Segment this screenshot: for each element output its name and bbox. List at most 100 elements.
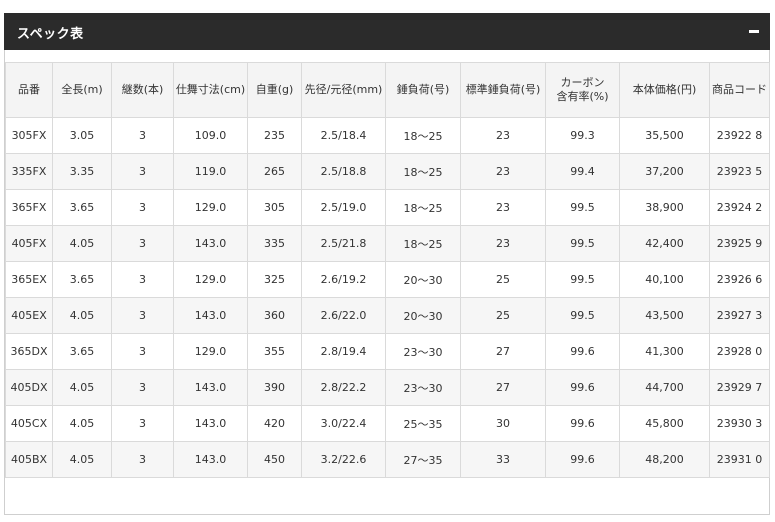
table-cell: 3.35 [52, 153, 112, 190]
table-cell: 48,200 [619, 441, 710, 478]
table-body: 305FX 3.05 3 109.0 235 2.5/18.4 18〜25 23 99.3 35,… [5, 117, 770, 478]
table-cell: 2.8/22.2 [301, 369, 386, 406]
table-cell: 325 [247, 261, 302, 298]
table-cell: 3 [111, 117, 174, 154]
table-cell: 99.4 [545, 153, 620, 190]
table-cell: 23925 9 [709, 225, 770, 262]
table-cell: 43,500 [619, 297, 710, 334]
table-cell: 23〜30 [385, 333, 461, 370]
table-cell: 99.6 [545, 405, 620, 442]
table-cell: 20〜30 [385, 297, 461, 334]
table-cell: 3 [111, 405, 174, 442]
column-header: 継数(本) [111, 62, 174, 118]
table-cell: 335FX [5, 153, 53, 190]
table-cell: 27 [460, 333, 546, 370]
table-cell: 4.05 [52, 441, 112, 478]
table-cell: 23922 8 [709, 117, 770, 154]
column-header: 商品コード [709, 62, 770, 118]
table-cell: 129.0 [173, 333, 248, 370]
table-row: 405CX 4.05 3 143.0 420 3.0/22.4 25〜35 30 99.6 45,… [5, 405, 770, 442]
table-cell: 143.0 [173, 405, 248, 442]
table-cell: 143.0 [173, 369, 248, 406]
column-header: 全長(m) [52, 62, 112, 118]
table-cell: 3.65 [52, 261, 112, 298]
table-cell: 4.05 [52, 405, 112, 442]
table-cell: 99.3 [545, 117, 620, 154]
table-cell: 27〜35 [385, 441, 461, 478]
column-header: 標準錘負荷(号) [460, 62, 546, 118]
table-cell: 4.05 [52, 297, 112, 334]
table-cell: 360 [247, 297, 302, 334]
table-cell: 2.5/19.0 [301, 189, 386, 226]
collapse-minus-icon[interactable] [746, 23, 762, 39]
table-cell: 23931 0 [709, 441, 770, 478]
table-cell: 23929 7 [709, 369, 770, 406]
table-cell: 3 [111, 441, 174, 478]
table-cell: 405CX [5, 405, 53, 442]
table-cell: 23927 3 [709, 297, 770, 334]
table-cell: 18〜25 [385, 153, 461, 190]
table-cell: 2.8/19.4 [301, 333, 386, 370]
table-cell: 25 [460, 261, 546, 298]
table-cell: 23928 0 [709, 333, 770, 370]
table-cell: 41,300 [619, 333, 710, 370]
table-cell: 3.2/22.6 [301, 441, 386, 478]
table-cell: 99.5 [545, 297, 620, 334]
table-cell: 37,200 [619, 153, 710, 190]
column-header: 先径/元径(mm) [301, 62, 386, 118]
table-cell: 365EX [5, 261, 53, 298]
table-cell: 3 [111, 333, 174, 370]
table-cell: 3 [111, 189, 174, 226]
table-cell: 23〜30 [385, 369, 461, 406]
column-header: 品番 [5, 62, 53, 118]
table-row: 405BX 4.05 3 143.0 450 3.2/22.6 27〜35 33 99.6 48,… [5, 441, 770, 478]
spec-panel-header[interactable]: スペック表 [4, 13, 770, 50]
column-header: 錘負荷(号) [385, 62, 461, 118]
column-header: 本体価格(円) [619, 62, 710, 118]
table-cell: 23923 5 [709, 153, 770, 190]
table-cell: 27 [460, 369, 546, 406]
table-cell: 2.6/19.2 [301, 261, 386, 298]
table-cell: 23 [460, 189, 546, 226]
table-cell: 3.65 [52, 189, 112, 226]
table-cell: 18〜25 [385, 117, 461, 154]
table-cell: 99.5 [545, 261, 620, 298]
table-cell: 25〜35 [385, 405, 461, 442]
column-header: 仕舞寸法(cm) [173, 62, 248, 118]
table-cell: 25 [460, 297, 546, 334]
table-cell: 18〜25 [385, 189, 461, 226]
table-cell: 3.05 [52, 117, 112, 154]
table-cell: 23 [460, 117, 546, 154]
table-cell: 335 [247, 225, 302, 262]
table-cell: 4.05 [52, 369, 112, 406]
table-cell: 405BX [5, 441, 53, 478]
table-cell: 3.65 [52, 333, 112, 370]
table-row: 365FX 3.65 3 129.0 305 2.5/19.0 18〜25 23 99.5 38,… [5, 189, 770, 226]
table-cell: 405FX [5, 225, 53, 262]
table-cell: 45,800 [619, 405, 710, 442]
table-cell: 365DX [5, 333, 53, 370]
panel-title: スペック表 [17, 27, 84, 42]
table-cell: 143.0 [173, 441, 248, 478]
table-cell: 99.6 [545, 441, 620, 478]
table-cell: 23 [460, 153, 546, 190]
table-cell: 450 [247, 441, 302, 478]
table-cell: 40,100 [619, 261, 710, 298]
table-cell: 99.6 [545, 369, 620, 406]
table-cell: 33 [460, 441, 546, 478]
table-cell: 23926 6 [709, 261, 770, 298]
table-cell: 420 [247, 405, 302, 442]
table-row: 365DX 3.65 3 129.0 355 2.8/19.4 23〜30 27 99.6 41,… [5, 333, 770, 370]
table-cell: 235 [247, 117, 302, 154]
table-cell: 109.0 [173, 117, 248, 154]
table-cell: 42,400 [619, 225, 710, 262]
table-cell: 129.0 [173, 261, 248, 298]
table-cell: 3 [111, 369, 174, 406]
spec-table: 品番 全長(m) 継数(本) 仕舞寸法(cm) 自重(g) 先径/元径(mm) 錘負荷(号)… [5, 62, 770, 478]
table-cell: 355 [247, 333, 302, 370]
table-cell: 23 [460, 225, 546, 262]
table-cell: 18〜25 [385, 225, 461, 262]
column-header: カーボン 含有率(%) [545, 62, 620, 118]
table-cell: 99.5 [545, 225, 620, 262]
table-row: 405FX 4.05 3 143.0 335 2.5/21.8 18〜25 23 99.5 42,… [5, 225, 770, 262]
